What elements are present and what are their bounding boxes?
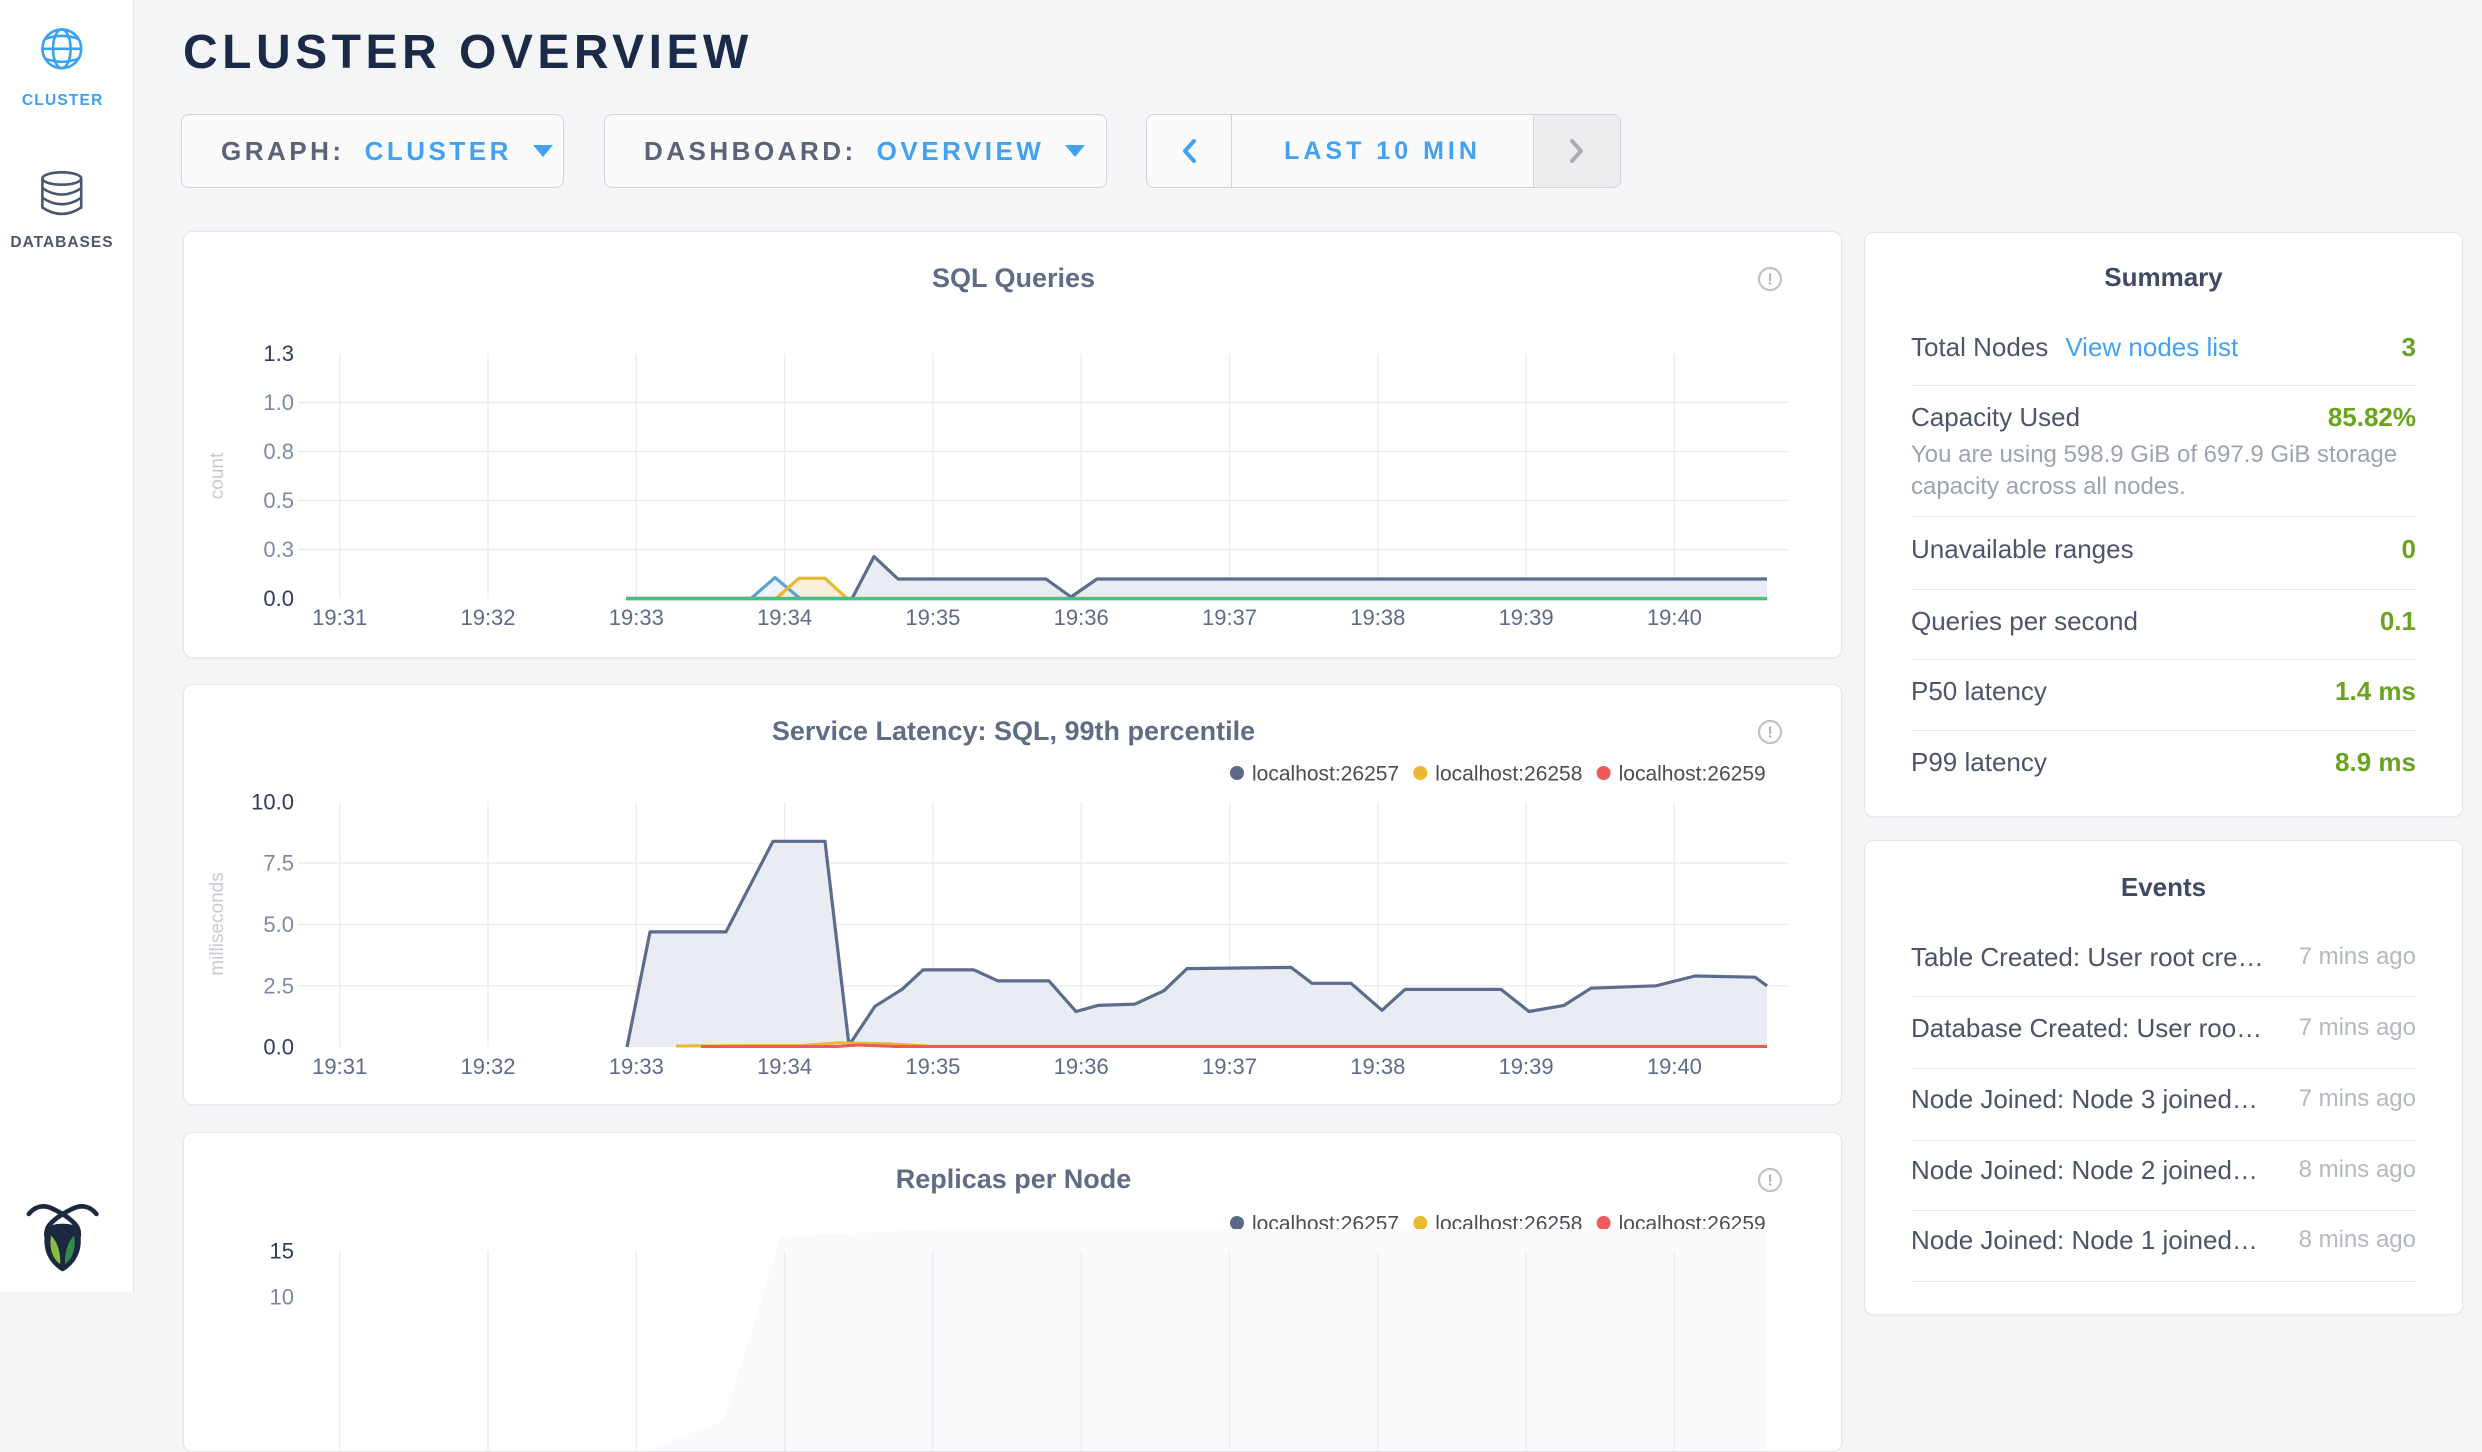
svg-text:19:37: 19:37 [1202,605,1257,630]
svg-text:0.5: 0.5 [263,488,294,513]
svg-text:0.8: 0.8 [263,439,294,464]
svg-text:localhost:26259: localhost:26259 [1619,763,1766,786]
svg-text:19:35: 19:35 [905,605,960,630]
svg-text:DATABASES: DATABASES [10,234,113,251]
svg-text:!: ! [1767,1173,1772,1190]
svg-text:0.0: 0.0 [263,586,294,611]
svg-text:Service Latency: SQL, 99th per: Service Latency: SQL, 99th percentile [772,716,1255,746]
svg-text:10: 10 [270,1285,294,1310]
svg-text:19:34: 19:34 [757,605,812,630]
svg-text:19:32: 19:32 [460,1054,515,1079]
svg-text:19:38: 19:38 [1350,605,1405,630]
svg-text:count: count [207,452,228,499]
svg-text:19:38: 19:38 [1350,1054,1405,1079]
svg-text:19:31: 19:31 [312,605,367,630]
svg-text:5.0: 5.0 [263,912,294,937]
svg-text:15: 15 [270,1239,294,1264]
svg-text:CLUSTER: CLUSTER [22,92,104,109]
svg-text:milliseconds: milliseconds [207,872,228,975]
svg-text:19:39: 19:39 [1499,605,1554,630]
svg-text:19:40: 19:40 [1647,1054,1702,1079]
svg-text:19:37: 19:37 [1202,1054,1257,1079]
svg-text:19:39: 19:39 [1499,1054,1554,1079]
svg-text:19:36: 19:36 [1054,1054,1109,1079]
svg-text:0.3: 0.3 [263,537,294,562]
svg-text:19:31: 19:31 [312,1054,367,1079]
svg-text:19:34: 19:34 [757,1054,812,1079]
svg-text:2.5: 2.5 [263,973,294,998]
svg-text:SQL Queries: SQL Queries [932,263,1095,293]
svg-text:!: ! [1767,272,1772,289]
svg-text:19:40: 19:40 [1647,605,1702,630]
svg-text:localhost:26257: localhost:26257 [1252,763,1399,786]
svg-text:0.0: 0.0 [263,1035,294,1060]
svg-text:!: ! [1767,725,1772,742]
svg-text:localhost:26258: localhost:26258 [1435,763,1582,786]
svg-text:10.0: 10.0 [251,790,294,815]
svg-text:7.5: 7.5 [263,851,294,876]
svg-text:19:36: 19:36 [1054,605,1109,630]
svg-text:1.0: 1.0 [263,390,294,415]
svg-text:19:32: 19:32 [460,605,515,630]
svg-text:19:33: 19:33 [609,1054,664,1079]
svg-text:1.3: 1.3 [263,341,294,366]
svg-text:19:35: 19:35 [905,1054,960,1079]
svg-text:19:33: 19:33 [609,605,664,630]
svg-text:Replicas per Node: Replicas per Node [896,1164,1132,1194]
